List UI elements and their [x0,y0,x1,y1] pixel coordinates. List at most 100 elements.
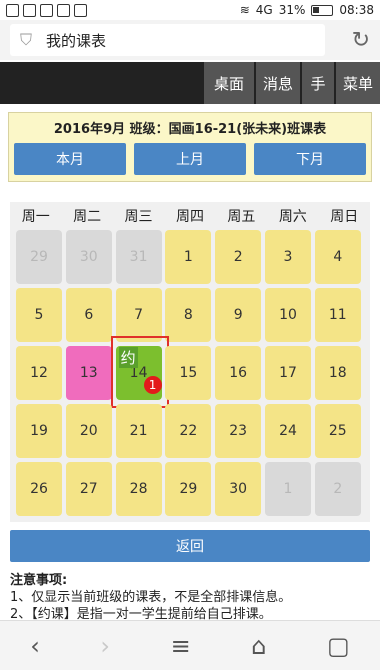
nav-messages[interactable]: 消息 [254,62,300,104]
day-cell[interactable]: 29 [165,462,212,516]
battery-icon [311,4,334,16]
forward-icon[interactable]: › [100,632,110,660]
day-number: 29 [179,481,198,497]
day-cell[interactable]: 22 [165,404,212,458]
weekday-label: 周四 [175,209,204,225]
day-number: 20 [79,423,98,439]
prev-month-button[interactable]: 上月 [134,143,246,175]
this-month-button[interactable]: 本月 [14,143,126,175]
day-cell[interactable]: 2 [314,462,361,516]
day-number: 15 [179,365,198,381]
weekday-label: 周六 [278,209,307,225]
day-cell[interactable]: 28 [115,462,162,516]
day-number: 27 [79,481,98,497]
day-number: 28 [129,481,148,497]
selected-day-outline [110,336,169,408]
day-number: 23 [229,423,248,439]
url-field[interactable]: ⛉ 我的课表 [10,24,325,56]
upload-icon [57,3,70,17]
day-number: 31 [129,249,148,265]
day-cell[interactable]: 3 [265,230,311,284]
day-number: 4 [333,249,343,265]
day-cell[interactable]: 16 [215,346,262,400]
weekday-header: 周一 周二 周三 周四 周五 周六 周日 [10,206,370,226]
day-cell[interactable]: 20 [65,404,112,458]
notes: 注意事项: 1、仅显示当前班级的课表，不是全部排课信息。 2、【约课】是指一对一… [10,572,375,623]
day-cell[interactable]: 18 [314,346,361,400]
top-nav: 桌面 消息 手 菜单 [0,62,380,104]
day-cell[interactable]: 5 [16,288,62,342]
nav-hand[interactable]: 手 [300,62,334,104]
day-number: 22 [179,423,198,439]
notes-title: 注意事项: [10,573,68,588]
day-cell[interactable]: 19 [16,404,62,458]
back-button[interactable]: 返回 [10,530,370,562]
day-cell[interactable]: 31 [115,230,162,284]
day-cell[interactable]: 12 [16,346,62,400]
nav-desktop[interactable]: 桌面 [202,62,254,104]
battery-percent: 31% [278,3,306,17]
weekday-label: 周三 [124,209,153,225]
weekday-label: 周二 [73,209,102,225]
day-cell[interactable]: 26 [16,462,62,516]
home-icon[interactable]: ⌂ [251,632,266,660]
day-number: 1 [283,481,293,497]
day-number: 9 [233,307,243,323]
day-number: 19 [30,423,48,439]
weekday-label: 周日 [330,209,359,225]
day-number: 12 [30,365,48,381]
day-cell[interactable]: 30 [65,230,112,284]
gallery-icon [6,3,19,17]
status-icons [6,3,87,17]
day-cell[interactable]: 29 [16,230,62,284]
day-cell[interactable]: 2 [215,230,262,284]
message-icon [40,3,53,17]
day-cell[interactable]: 25 [314,404,361,458]
day-cell[interactable]: 23 [215,404,262,458]
day-number: 2 [333,481,343,497]
day-number: 24 [279,423,297,439]
day-cell[interactable]: 30 [215,462,262,516]
calendar: 周一 周二 周三 周四 周五 周六 周日 29 30 31 1 2 3 4 5 6 7 8 9 10 11… [10,202,370,522]
shield-icon: ⛉ [20,30,33,49]
day-number: 16 [229,365,248,381]
day-cell[interactable]: 7 [115,288,162,342]
back-icon[interactable]: ‹ [30,632,40,660]
day-number: 17 [279,365,297,381]
day-number: 5 [34,307,44,323]
day-number: 26 [30,481,48,497]
day-cell[interactable]: 17 [265,346,311,400]
day-cell[interactable]: 13 [65,346,112,400]
day-number: 2 [233,249,243,265]
day-number: 10 [279,307,297,323]
day-cell[interactable]: 6 [65,288,112,342]
menu-icon[interactable]: ≡ [171,632,191,660]
day-number: 11 [328,307,347,323]
day-number: 1 [183,249,193,265]
day-number: 8 [183,307,193,323]
day-number: 18 [328,365,347,381]
day-number: 30 [229,481,248,497]
day-number: 30 [79,249,98,265]
day-cell[interactable]: 1 [265,462,311,516]
tabs-icon[interactable]: ▢ [327,632,350,660]
reload-icon[interactable]: ↻ [352,28,370,53]
day-cell[interactable]: 8 [165,288,212,342]
network-label: 4G [255,3,273,17]
browser-bottom-nav: ‹ › ≡ ⌂ ▢ [0,620,380,670]
day-cell[interactable]: 9 [215,288,262,342]
day-cell[interactable]: 4 [314,230,361,284]
day-cell[interactable]: 11 [314,288,361,342]
note-line: 1、仅显示当前班级的课表，不是全部排课信息。 [10,590,292,605]
day-cell[interactable]: 21 [115,404,162,458]
notification-icon [23,3,36,17]
nav-menu[interactable]: 菜单 [334,62,380,104]
browser-bar: ⛉ 我的课表 ↻ [0,20,380,60]
status-bar: ≋ 4G 31% 08:38 [0,0,380,20]
next-month-button[interactable]: 下月 [254,143,366,175]
day-cell[interactable]: 15 [165,346,212,400]
day-cell[interactable]: 24 [265,404,311,458]
day-cell[interactable]: 27 [65,462,112,516]
day-cell[interactable]: 10 [265,288,311,342]
day-cell[interactable]: 1 [165,230,212,284]
